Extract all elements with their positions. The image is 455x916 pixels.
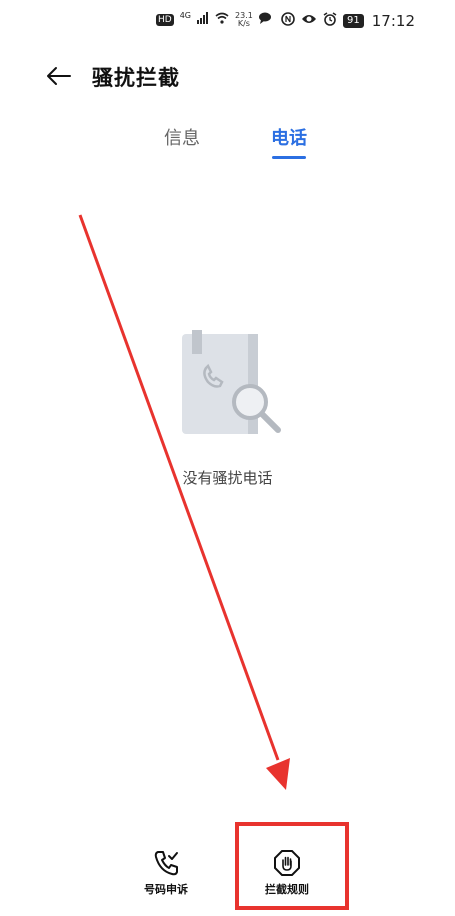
phone-check-icon — [154, 851, 178, 876]
number-appeal-button[interactable]: 号码申诉 — [126, 849, 206, 897]
tab-bar: 信息 电话 — [0, 124, 455, 164]
chat-icon — [258, 12, 271, 28]
tab-messages[interactable]: 信息 — [164, 124, 200, 160]
empty-illustration — [178, 330, 288, 440]
annotation-highlight-box — [235, 822, 349, 910]
back-button[interactable] — [40, 60, 76, 92]
status-bar: HD 4G 23.1 K/s 91 17:12 — [0, 0, 455, 44]
bottom-action-bar: 号码申诉 拦截规则 — [0, 835, 455, 916]
alarm-icon — [323, 12, 337, 30]
number-appeal-label: 号码申诉 — [144, 883, 188, 896]
nfc-icon — [281, 12, 295, 30]
app-header: 骚扰拦截 — [0, 52, 455, 100]
network-type: 4G — [179, 10, 191, 20]
speed-unit: K/s — [237, 19, 250, 28]
hd-badge: HD — [156, 14, 174, 26]
status-right: 91 17:12 — [281, 12, 415, 30]
eye-icon — [301, 13, 317, 29]
signal-icon — [197, 12, 209, 28]
back-arrow-icon — [47, 67, 71, 85]
wifi-icon — [215, 12, 229, 28]
tab-calls[interactable]: 电话 — [271, 124, 307, 160]
page-title: 骚扰拦截 — [92, 66, 180, 90]
tab-messages-label: 信息 — [164, 128, 200, 149]
phone-book-search-icon — [182, 330, 281, 434]
empty-state-text: 没有骚扰电话 — [182, 469, 273, 487]
tab-active-indicator — [272, 156, 306, 159]
network-speed: 23.1 K/s — [235, 12, 253, 28]
battery-indicator: 91 — [343, 14, 364, 28]
status-left: HD 4G 23.1 K/s — [156, 10, 271, 28]
tab-calls-label: 电话 — [271, 128, 307, 149]
clock: 17:12 — [371, 12, 415, 30]
